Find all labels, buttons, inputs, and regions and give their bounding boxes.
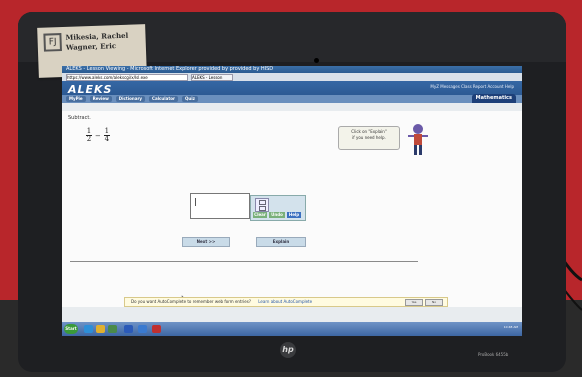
ie-window-icon[interactable] — [138, 325, 147, 333]
word-icon[interactable] — [124, 325, 133, 333]
divider — [70, 261, 418, 262]
help-button[interactable]: Help — [287, 212, 301, 218]
nav-tabs: MyPie Review Dictionary Calculator Quiz — [62, 95, 522, 103]
photo-scene: hp ProBook 6455b FJ Mikesia, Rachel Wagn… — [0, 0, 582, 377]
math-tool-panel: Clear Undo Help — [250, 195, 306, 221]
tab-dictionary[interactable]: Dictionary — [115, 96, 146, 102]
webcam — [314, 58, 319, 63]
model-label: ProBook 6455b — [478, 352, 509, 357]
minus-operator: − — [95, 131, 101, 140]
autocomplete-infobar: Do you want AutoComplete to remember web… — [124, 297, 448, 307]
text-cursor — [195, 198, 196, 206]
tab-quiz[interactable]: Quiz — [181, 96, 198, 102]
sticker-names: Mikesia, Rachel Wagner, Eric — [65, 31, 128, 53]
fraction-one: 1 2 — [86, 128, 92, 143]
infobar-no-button[interactable]: No — [425, 299, 443, 306]
media-icon[interactable] — [108, 325, 117, 333]
undo-button[interactable]: Undo — [269, 212, 285, 218]
mascot-icon — [408, 124, 428, 155]
folder-icon[interactable] — [96, 325, 105, 333]
infobar-yes-button[interactable]: Yes — [405, 299, 423, 306]
system-clock: 10:48 AM — [503, 325, 518, 329]
header-links[interactable]: MyZ Messages Class Report Account Help — [430, 84, 514, 89]
fraction-two-numerator: 1 — [104, 127, 110, 135]
browser-tab[interactable]: ALEKS - Lesson Viewing — [191, 73, 233, 81]
tab-review[interactable]: Review — [89, 96, 112, 102]
infobar-text: Do you want AutoComplete to remember web… — [131, 299, 251, 304]
help-tip-bubble: Click on "Explain" if you need help. — [338, 126, 400, 150]
help-tip-line-2: if you need help. — [352, 135, 386, 140]
laptop-screen: ALEKS - Lesson Viewing - Microsoft Inter… — [62, 66, 522, 336]
explain-button[interactable]: Explain — [256, 237, 306, 247]
aleks-header: ALEKS MyZ Messages Class Report Account … — [62, 81, 522, 103]
address-bar-row: https://www.aleks.com/alekscgi/x/Isl.exe… — [62, 73, 522, 81]
address-field[interactable]: https://www.aleks.com/alekscgi/x/Isl.exe — [66, 73, 188, 81]
acrobat-icon[interactable] — [152, 325, 161, 333]
tab-mathematics[interactable]: Mathematics — [471, 94, 516, 103]
tab-calculator[interactable]: Calculator — [149, 96, 178, 102]
fraction-two: 1 4 — [103, 127, 110, 143]
hp-logo: hp — [280, 342, 296, 358]
window-titlebar: ALEKS - Lesson Viewing - Microsoft Inter… — [62, 66, 522, 73]
answer-input[interactable] — [190, 193, 250, 219]
fraction-one-numerator: 1 — [86, 127, 92, 135]
clear-button[interactable]: Clear — [253, 212, 267, 218]
taskbar: Start 10:48 AM — [62, 322, 522, 336]
sticker-logo: FJ — [43, 33, 62, 52]
fraction-tool-icon[interactable] — [255, 198, 269, 212]
start-button[interactable]: Start — [64, 324, 78, 334]
sticker-line-2: Wagner, Eric — [65, 41, 117, 52]
tab-mypie[interactable]: MyPie — [66, 96, 86, 102]
problem-expression: 1 2 − 1 4 — [86, 128, 110, 143]
next-button[interactable]: Next >> — [182, 237, 230, 247]
lesson-content: Subtract. 1 2 − 1 4 Click on "Explain" i… — [62, 111, 522, 307]
ie-icon[interactable] — [84, 325, 93, 333]
fraction-two-denominator: 4 — [104, 135, 110, 143]
fraction-one-denominator: 2 — [86, 135, 92, 143]
problem-instruction: Subtract. — [68, 115, 91, 121]
infobar-link[interactable]: Learn about AutoComplete — [258, 299, 312, 304]
